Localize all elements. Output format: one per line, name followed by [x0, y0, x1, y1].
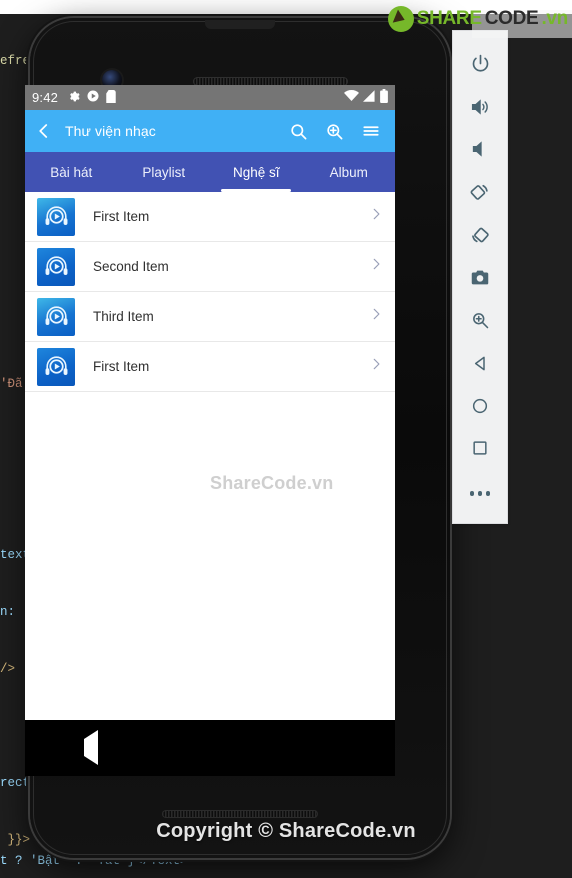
back-button[interactable] [458, 344, 502, 387]
brand-code-text: CODE [484, 8, 539, 29]
tab-album[interactable]: Album [303, 152, 396, 192]
magnifier-plus-icon [470, 310, 491, 336]
settings-gear-icon [67, 90, 80, 106]
signal-icon [363, 90, 376, 105]
rotate-right-button[interactable] [458, 216, 502, 259]
brand-share-text: SHARE [416, 8, 482, 29]
list-item[interactable]: First Item [25, 192, 395, 242]
sd-card-icon [106, 89, 116, 106]
list-item-label: First Item [93, 209, 150, 224]
zoom-button[interactable] [458, 301, 502, 344]
chevron-right-icon [369, 257, 383, 276]
list-item[interactable]: First Item [25, 342, 395, 392]
rotate-right-icon [469, 224, 491, 251]
code-line: /> [0, 662, 16, 676]
app-bar: Thư viện nhạc [25, 110, 395, 152]
android-status-bar: 9:42 [25, 85, 395, 110]
power-button[interactable] [458, 45, 502, 88]
play-circle-icon [87, 90, 99, 105]
device-top-sensor [205, 20, 275, 29]
tab-label: Bài hát [50, 164, 93, 180]
tab-label: Playlist [142, 164, 186, 180]
chevron-right-icon [369, 357, 383, 376]
emulator-toolbar [452, 30, 508, 524]
sharecode-leaf-logo-icon [387, 6, 414, 32]
music-headphones-play-icon [37, 247, 75, 286]
hamburger-menu-icon[interactable] [361, 122, 381, 140]
rotate-left-button[interactable] [458, 173, 502, 216]
battery-icon [380, 89, 388, 106]
volume-down-icon [469, 138, 491, 165]
triangle-left-icon [470, 353, 491, 379]
overview-button[interactable] [458, 430, 502, 473]
tab-label: Nghệ sĩ [232, 164, 280, 180]
search-icon[interactable] [289, 122, 308, 141]
artist-list: First Item Second Item Third Item First … [25, 192, 395, 392]
app-bar-title: Thư viện nhạc [65, 123, 156, 139]
status-bar-clock: 9:42 [32, 90, 59, 105]
rotate-left-icon [469, 181, 491, 208]
volume-down-button[interactable] [458, 130, 502, 173]
list-item-label: First Item [93, 359, 150, 374]
list-item-label: Second Item [93, 259, 169, 274]
circle-icon [470, 396, 490, 421]
volume-up-button[interactable] [458, 88, 502, 131]
screenshot-root: efres 'Đã k text) n: .7 /> recti }}> ={s… [0, 0, 572, 878]
list-item-label: Third Item [93, 309, 154, 324]
chevron-left-icon[interactable] [35, 122, 53, 140]
search-plus-icon[interactable] [325, 122, 344, 141]
tab-bai-hat[interactable]: Bài hát [25, 152, 118, 192]
bottom-speaker-grille [162, 810, 318, 818]
tab-active-indicator [221, 189, 292, 192]
screenshot-button[interactable] [458, 259, 502, 302]
chevron-right-icon [369, 207, 383, 226]
tab-label: Album [329, 164, 368, 180]
list-item[interactable]: Third Item [25, 292, 395, 342]
more-button[interactable] [458, 472, 502, 515]
android-navigation-bar [25, 720, 395, 776]
wifi-icon [344, 90, 359, 105]
nav-back-button[interactable] [84, 730, 99, 765]
tab-playlist[interactable]: Playlist [118, 152, 211, 192]
copyright-watermark: Copyright © ShareCode.vn [156, 820, 416, 842]
sharecode-brand-logo: SHARE CODE .vn [387, 6, 568, 32]
brand-vn-text: .vn [541, 8, 568, 29]
volume-up-icon [469, 96, 491, 123]
home-button[interactable] [458, 387, 502, 430]
music-headphones-play-icon [37, 197, 75, 236]
power-icon [470, 53, 491, 79]
square-icon [470, 438, 490, 463]
camera-icon [469, 267, 491, 294]
ellipsis-icon [469, 491, 491, 496]
music-headphones-play-icon [37, 297, 75, 336]
tab-bar: Bài hát Playlist Nghệ sĩ Album [25, 152, 395, 192]
music-headphones-play-icon [37, 347, 75, 386]
device-screen: 9:42 Thư viện nhạc Bài hát Playlist Nghệ… [25, 85, 395, 720]
chevron-right-icon [369, 307, 383, 326]
list-item[interactable]: Second Item [25, 242, 395, 292]
tab-nghe-si[interactable]: Nghệ sĩ [210, 152, 303, 192]
screen-watermark: ShareCode.vn [210, 473, 334, 493]
